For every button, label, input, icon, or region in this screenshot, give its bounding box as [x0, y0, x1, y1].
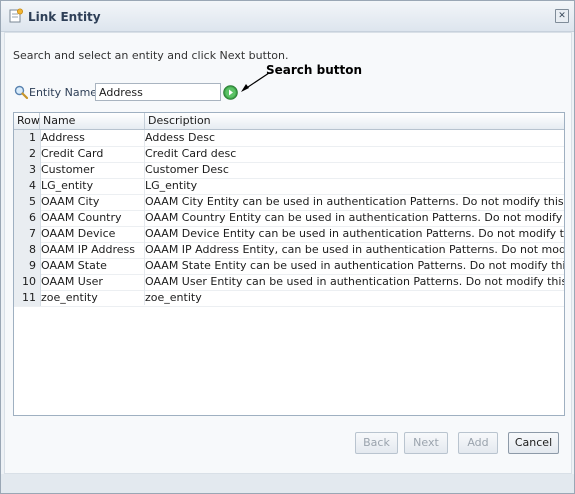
dialog-content: Search and select an entity and click Ne…: [4, 32, 572, 474]
table-row[interactable]: 10 OAAM User OAAM User Entity can be use…: [14, 274, 564, 291]
table-row[interactable]: 1 Address Addess Desc: [14, 130, 564, 147]
close-button[interactable]: ✕: [555, 9, 569, 23]
row-number-cell: 3: [14, 162, 41, 178]
table-header: Row Name Description: [14, 113, 564, 130]
table-row[interactable]: 3 Customer Customer Desc: [14, 162, 564, 179]
row-number-cell: 8: [14, 242, 41, 258]
entity-name-cell: OAAM User: [41, 275, 103, 288]
entity-description-cell: Customer Desc: [145, 163, 229, 176]
instruction-text: Search and select an entity and click Ne…: [13, 49, 289, 62]
entity-description-cell: OAAM IP Address Entity, can be used in a…: [145, 243, 564, 256]
table-row[interactable]: 4 LG_entity LG_entity: [14, 178, 564, 195]
search-button-annotation: Search button: [266, 63, 363, 77]
row-number: 9: [29, 259, 36, 272]
row-number-cell: 5: [14, 194, 41, 210]
table-row[interactable]: 6 OAAM Country OAAM Country Entity can b…: [14, 210, 564, 227]
entity-description-cell: zoe_entity: [145, 291, 202, 304]
table-row[interactable]: 8 OAAM IP Address OAAM IP Address Entity…: [14, 242, 564, 259]
entity-description-cell: OAAM Device Entity can be used in authen…: [145, 227, 564, 240]
column-header-row[interactable]: Row: [14, 113, 40, 129]
close-icon: ✕: [558, 11, 566, 21]
table-row[interactable]: 7 OAAM Device OAAM Device Entity can be …: [14, 226, 564, 243]
entity-table: Row Name Description 1 Address Addess De…: [13, 112, 565, 416]
entity-name-cell: Credit Card: [41, 147, 104, 160]
table-row[interactable]: 11 zoe_entity zoe_entity: [14, 290, 564, 307]
table-row[interactable]: 9 OAAM State OAAM State Entity can be us…: [14, 258, 564, 275]
row-number-cell: 4: [14, 178, 41, 194]
entity-name-label: Entity Name: [29, 86, 98, 99]
entity-description-cell: OAAM User Entity can be used in authenti…: [145, 275, 564, 288]
entity-name-cell: Address: [41, 131, 85, 144]
entity-description-cell: OAAM State Entity can be used in authent…: [145, 259, 564, 272]
entity-description-cell: OAAM Country Entity can be used in authe…: [145, 211, 564, 224]
back-button[interactable]: Back: [355, 432, 398, 454]
row-number-cell: 7: [14, 226, 41, 242]
row-number: 4: [29, 179, 36, 192]
cancel-button[interactable]: Cancel: [508, 432, 559, 454]
row-number-cell: 2: [14, 146, 41, 162]
entity-name-cell: OAAM Device: [41, 227, 116, 240]
entity-name-cell: LG_entity: [41, 179, 94, 192]
search-go-button[interactable]: [223, 85, 238, 100]
row-number: 7: [29, 227, 36, 240]
row-number: 3: [29, 163, 36, 176]
row-number: 10: [22, 275, 36, 288]
entity-description-cell: Credit Card desc: [145, 147, 237, 160]
row-number: 1: [29, 131, 36, 144]
row-number-cell: 6: [14, 210, 41, 226]
dialog-title: Link Entity: [28, 10, 101, 24]
annotation-arrow-icon: [241, 72, 270, 92]
column-divider: [144, 130, 145, 305]
link-entity-dialog: Link Entity ✕ Search and select an entit…: [0, 0, 575, 494]
dialog-footer-strip: [1, 474, 574, 493]
table-row[interactable]: 2 Credit Card Credit Card desc: [14, 146, 564, 163]
entity-name-cell: zoe_entity: [41, 291, 98, 304]
entity-name-input[interactable]: [95, 83, 221, 101]
row-number: 2: [29, 147, 36, 160]
entity-name-cell: OAAM City: [41, 195, 100, 208]
entity-description-cell: Addess Desc: [145, 131, 216, 144]
row-number-cell: 1: [14, 130, 41, 146]
column-header-description[interactable]: Description: [145, 113, 564, 129]
add-button[interactable]: Add: [458, 432, 498, 454]
row-number: 11: [22, 291, 36, 304]
entity-description-cell: OAAM City Entity can be used in authenti…: [145, 195, 564, 208]
entity-description-cell: LG_entity: [145, 179, 198, 192]
row-number-cell: 11: [14, 290, 41, 306]
row-number: 8: [29, 243, 36, 256]
entity-name-cell: OAAM IP Address: [41, 243, 135, 256]
entity-name-cell: OAAM State: [41, 259, 107, 272]
entity-name-cell: OAAM Country: [41, 211, 122, 224]
document-link-icon: [9, 8, 23, 23]
row-number-cell: 9: [14, 258, 41, 274]
table-row[interactable]: 5 OAAM City OAAM City Entity can be used…: [14, 194, 564, 211]
row-number-cell: 10: [14, 274, 41, 290]
magnifier-icon: [14, 85, 28, 99]
next-button[interactable]: Next: [404, 432, 448, 454]
dialog-titlebar: Link Entity ✕: [1, 1, 574, 32]
row-number: 6: [29, 211, 36, 224]
entity-name-cell: Customer: [41, 163, 95, 176]
row-number: 5: [29, 195, 36, 208]
column-header-name[interactable]: Name: [40, 113, 145, 129]
